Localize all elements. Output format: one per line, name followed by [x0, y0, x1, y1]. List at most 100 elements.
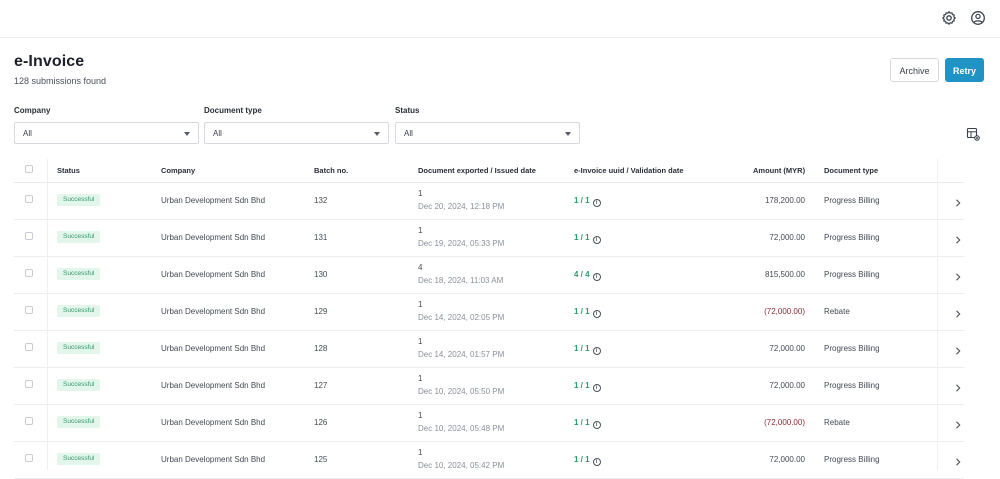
info-icon[interactable]: i — [592, 458, 601, 466]
uuid-count[interactable]: 4 / 4 — [574, 270, 590, 279]
gear-icon[interactable] — [941, 10, 957, 26]
select-all-checkbox[interactable] — [25, 165, 33, 173]
amount-cell: 72,000.00 — [769, 344, 805, 353]
amount-cell: 72,000.00 — [769, 381, 805, 390]
table-row[interactable]: Successful Urban Development Sdn Bhd 131 1 D… — [14, 219, 964, 257]
row-checkbox[interactable] — [25, 232, 33, 240]
archive-button[interactable]: Archive — [890, 58, 939, 82]
issued-date-cell: Dec 10, 2024, 05:42 PM — [418, 461, 505, 470]
document-type-cell: Progress Billing — [824, 196, 880, 205]
amount-cell: 72,000.00 — [769, 233, 805, 242]
uuid-count[interactable]: 1 / 1 — [574, 233, 590, 242]
row-checkbox[interactable] — [25, 343, 33, 351]
table-row[interactable]: Successful Urban Development Sdn Bhd 126 1 D… — [14, 404, 964, 442]
chevron-down-icon — [374, 132, 380, 136]
company-filter-select[interactable]: All — [14, 122, 199, 144]
issued-date-cell: Dec 20, 2024, 12:18 PM — [418, 202, 505, 211]
page-title: e-Invoice — [14, 53, 85, 70]
retry-button[interactable]: Retry — [945, 58, 984, 82]
row-checkbox[interactable] — [25, 454, 33, 462]
info-icon[interactable]: i — [592, 199, 601, 207]
exported-count-cell: 1 — [418, 300, 423, 309]
table-row[interactable]: Successful Urban Development Sdn Bhd 125 1 D… — [14, 441, 964, 479]
company-cell: Urban Development Sdn Bhd — [161, 307, 266, 316]
column-settings-icon[interactable] — [966, 127, 980, 141]
chevron-right-icon[interactable] — [953, 380, 963, 392]
chevron-down-icon — [565, 132, 571, 136]
document-type-filter-select[interactable]: All — [204, 122, 389, 144]
chevron-right-icon[interactable] — [953, 195, 963, 207]
document-type-cell: Rebate — [824, 418, 850, 427]
issued-date-cell: Dec 14, 2024, 01:57 PM — [418, 350, 505, 359]
column-header-document-type: Document type — [824, 166, 879, 175]
table-row[interactable]: Successful Urban Development Sdn Bhd 127 1 D… — [14, 367, 964, 405]
table-header: Status Company Batch no. Document export… — [14, 159, 964, 183]
document-type-filter-label: Document type — [204, 106, 262, 115]
table-row[interactable]: Successful Urban Development Sdn Bhd 132 1 D… — [14, 182, 964, 220]
uuid-count[interactable]: 1 / 1 — [574, 455, 590, 464]
info-icon[interactable]: i — [592, 236, 601, 244]
company-filter-label: Company — [14, 106, 51, 115]
batch-cell: 126 — [314, 418, 328, 427]
status-badge: Successful — [57, 305, 101, 317]
amount-cell: 178,200.00 — [764, 196, 805, 205]
row-checkbox[interactable] — [25, 417, 33, 425]
exported-count-cell: 1 — [418, 226, 423, 235]
issued-date-cell: Dec 18, 2024, 11:03 AM — [418, 276, 504, 285]
uuid-count[interactable]: 1 / 1 — [574, 196, 590, 205]
company-cell: Urban Development Sdn Bhd — [161, 270, 266, 279]
info-icon[interactable]: i — [592, 273, 601, 281]
chevron-right-icon[interactable] — [953, 269, 963, 281]
document-type-cell: Progress Billing — [824, 455, 880, 464]
status-filter-value: All — [404, 129, 413, 138]
row-checkbox[interactable] — [25, 380, 33, 388]
chevron-right-icon[interactable] — [953, 232, 963, 244]
issued-date-cell: Dec 19, 2024, 05:33 PM — [418, 239, 505, 248]
exported-count-cell: 1 — [418, 374, 423, 383]
table-row[interactable]: Successful Urban Development Sdn Bhd 130 4 D… — [14, 256, 964, 294]
row-checkbox[interactable] — [25, 269, 33, 277]
user-circle-icon[interactable] — [970, 10, 986, 26]
company-cell: Urban Development Sdn Bhd — [161, 196, 266, 205]
info-icon[interactable]: i — [592, 310, 601, 318]
uuid-cell: 1 / 1i — [574, 455, 601, 466]
document-type-cell: Rebate — [824, 307, 850, 316]
info-icon[interactable]: i — [592, 384, 601, 392]
status-badge: Successful — [57, 416, 101, 428]
exported-count-cell: 1 — [418, 337, 423, 346]
chevron-right-icon[interactable] — [953, 306, 963, 318]
uuid-cell: 1 / 1i — [574, 233, 601, 244]
info-icon[interactable]: i — [592, 347, 601, 355]
row-checkbox[interactable] — [25, 306, 33, 314]
status-badge: Successful — [57, 231, 101, 243]
uuid-cell: 4 / 4i — [574, 270, 601, 281]
uuid-count[interactable]: 1 / 1 — [574, 307, 590, 316]
exported-count-cell: 1 — [418, 189, 423, 198]
chevron-right-icon[interactable] — [953, 343, 963, 355]
chevron-right-icon[interactable] — [953, 454, 963, 466]
amount-cell: 72,000.00 — [769, 455, 805, 464]
document-type-cell: Progress Billing — [824, 381, 880, 390]
uuid-cell: 1 / 1i — [574, 344, 601, 355]
batch-cell: 128 — [314, 344, 328, 353]
status-badge: Successful — [57, 194, 101, 206]
row-checkbox[interactable] — [25, 195, 33, 203]
uuid-count[interactable]: 1 / 1 — [574, 418, 590, 427]
table-row[interactable]: Successful Urban Development Sdn Bhd 128 1 D… — [14, 330, 964, 368]
status-filter-select[interactable]: All — [395, 122, 580, 144]
uuid-count[interactable]: 1 / 1 — [574, 381, 590, 390]
uuid-count[interactable]: 1 / 1 — [574, 344, 590, 353]
table-row[interactable]: Successful Urban Development Sdn Bhd 129 1 D… — [14, 293, 964, 331]
info-icon[interactable]: i — [592, 421, 601, 429]
exported-count-cell: 1 — [418, 411, 423, 420]
status-badge: Successful — [57, 268, 101, 280]
uuid-cell: 1 / 1i — [574, 381, 601, 392]
chevron-right-icon[interactable] — [953, 417, 963, 429]
column-header-status: Status — [57, 166, 80, 175]
issued-date-cell: Dec 10, 2024, 05:50 PM — [418, 387, 505, 396]
document-type-cell: Progress Billing — [824, 344, 880, 353]
company-cell: Urban Development Sdn Bhd — [161, 381, 266, 390]
column-header-company: Company — [161, 166, 196, 175]
column-header-batch: Batch no. — [314, 166, 349, 175]
batch-cell: 131 — [314, 233, 328, 242]
